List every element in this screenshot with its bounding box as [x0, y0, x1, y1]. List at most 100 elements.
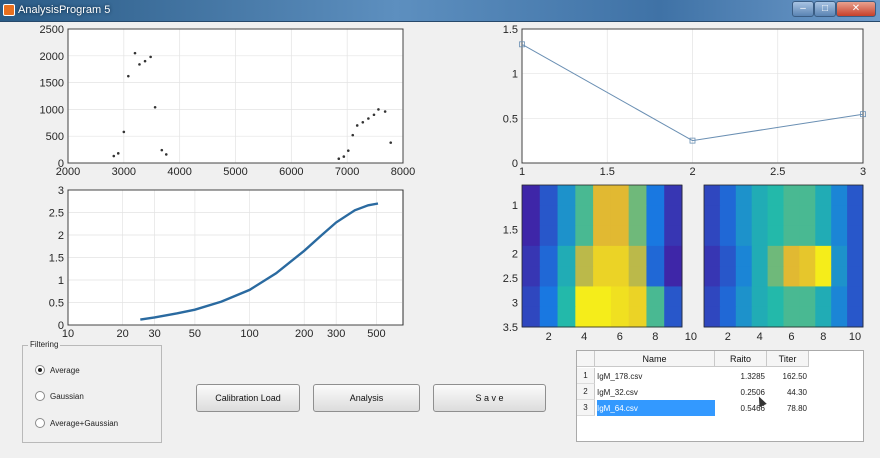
- left-heatmap-cell: [539, 245, 559, 267]
- right-heatmap-cell: [847, 205, 864, 227]
- table-cell-name[interactable]: IgM_32.csv: [597, 384, 713, 400]
- right-heatmap-cell: [799, 225, 816, 247]
- column-header-name[interactable]: Name: [595, 351, 715, 367]
- table-corner: [577, 351, 595, 367]
- left-heatmap-cell: [593, 185, 612, 206]
- scatter-chart-x-tick-label: 7000: [335, 166, 359, 178]
- table-cell-name[interactable]: IgM_178.csv: [597, 368, 713, 384]
- left-heatmap-y-tick-label: 3: [512, 298, 518, 310]
- table-cell-name-selected[interactable]: IgM_64.csv: [597, 400, 715, 416]
- right-heatmap-x-tick-label: 2: [725, 331, 731, 343]
- table-cell-ratio[interactable]: 1.3285: [739, 368, 765, 384]
- scatter-point: [153, 105, 157, 109]
- left-heatmap-cell: [664, 306, 683, 328]
- radio-average-indicator[interactable]: [35, 365, 45, 375]
- results-table[interactable]: Name Raito Titer 1 IgM_178.csv 1.3285 16…: [576, 350, 864, 442]
- left-heatmap-cell: [575, 225, 594, 247]
- left-heatmap-cell: [628, 245, 647, 267]
- curve-chart-x-tick-label: 200: [295, 328, 313, 340]
- right-heatmap-x-tick-label: 10: [849, 331, 861, 343]
- scatter-chart-x-tick-label: 8000: [391, 166, 415, 178]
- radio-average[interactable]: Average: [35, 363, 80, 377]
- right-heatmap-cell: [751, 286, 769, 308]
- left-heatmap-cell: [646, 266, 665, 287]
- right-heatmap-cell: [735, 205, 753, 227]
- left-heatmap-cell: [646, 185, 665, 206]
- right-heatmap-cell: [704, 286, 721, 308]
- row-number[interactable]: 1: [577, 368, 595, 384]
- scatter-point: [112, 154, 116, 158]
- curve-chart-y-tick-label: 1.5: [49, 253, 64, 265]
- left-heatmap-cell: [610, 205, 630, 227]
- left-heatmap-y-tick-label: 1: [512, 200, 518, 212]
- right-heatmap-cell: [815, 266, 832, 287]
- left-heatmap-cell: [575, 306, 594, 328]
- left-heatmap-cell: [628, 286, 647, 308]
- table-cell-titer[interactable]: 78.80: [775, 400, 807, 416]
- left-heatmap-cell: [628, 306, 647, 328]
- curve-chart-y-tick-label: 2: [58, 230, 64, 242]
- radio-average-gaussian[interactable]: Average+Gaussian: [35, 416, 118, 430]
- column-header-titer[interactable]: Titer: [767, 351, 809, 367]
- right-heatmap-cell: [767, 245, 784, 267]
- curve-chart-x-tick-label: 50: [189, 328, 201, 340]
- left-heatmap-cell: [557, 286, 576, 308]
- radio-gaussian[interactable]: Gaussian: [35, 389, 84, 403]
- left-heatmap-cell: [539, 205, 559, 227]
- left-heatmap-x-tick-label: 6: [617, 331, 623, 343]
- analysis-button[interactable]: Analysis: [313, 384, 420, 412]
- ratio-chart-y-tick-label: 0.5: [503, 113, 518, 125]
- left-heatmap-cell: [628, 205, 647, 227]
- left-heatmap-cell: [539, 185, 559, 206]
- calibration-load-button[interactable]: Calibration Load: [196, 384, 300, 412]
- left-heatmap-cell: [522, 306, 541, 328]
- scatter-point: [160, 148, 164, 152]
- left-heatmap-x-tick-label: 2: [546, 331, 552, 343]
- scatter-point: [346, 149, 350, 152]
- right-heatmap-cell: [831, 286, 848, 308]
- left-heatmap-cell: [575, 185, 594, 206]
- row-number[interactable]: 3: [577, 400, 595, 416]
- scatter-chart-y-tick-label: 0: [58, 158, 64, 170]
- right-heatmap-x-tick-label: 6: [788, 331, 794, 343]
- scatter-chart-x-tick-label: 4000: [167, 166, 191, 178]
- left-heatmap-cell: [610, 306, 630, 328]
- left-heatmap-cell: [664, 225, 683, 247]
- left-heatmap-cell: [593, 286, 612, 308]
- left-heatmap-cell: [593, 225, 612, 247]
- save-button[interactable]: S a v e: [433, 384, 546, 412]
- right-heatmap-cell: [831, 245, 848, 267]
- table-cell-titer[interactable]: 44.30: [775, 384, 807, 400]
- left-heatmap-cell: [522, 266, 541, 287]
- left-heatmap-cell: [664, 205, 683, 227]
- left-heatmap-cell: [522, 185, 541, 206]
- row-number[interactable]: 2: [577, 384, 595, 400]
- right-heatmap-cell: [847, 266, 864, 287]
- left-heatmap-cell: [557, 185, 576, 206]
- right-heatmap-cell: [767, 306, 784, 328]
- radio-gaussian-indicator[interactable]: [35, 391, 45, 401]
- scatter-point: [143, 59, 147, 63]
- table-cell-titer[interactable]: 162.50: [775, 368, 807, 384]
- scatter-point: [342, 155, 346, 158]
- scatter-chart-y-tick-label: 2500: [40, 24, 64, 36]
- right-heatmap-cell: [735, 286, 753, 308]
- left-heatmap-cell: [646, 245, 665, 267]
- right-heatmap-cell: [767, 185, 784, 206]
- left-heatmap-cell: [539, 266, 559, 287]
- right-heatmap-cell: [799, 185, 816, 206]
- column-header-ratio[interactable]: Raito: [715, 351, 767, 367]
- scatter-point: [372, 113, 376, 117]
- right-heatmap-cell: [815, 185, 832, 206]
- left-heatmap-cell: [557, 225, 576, 247]
- left-heatmap-cell: [664, 266, 683, 287]
- curve-chart-y-tick-label: 2.5: [49, 208, 64, 220]
- radio-average-gaussian-indicator[interactable]: [35, 418, 45, 428]
- curve-chart-x-tick-label: 100: [240, 328, 258, 340]
- scatter-point: [355, 124, 359, 127]
- scatter-point: [383, 110, 387, 113]
- curve-chart-x-tick-label: 500: [367, 328, 385, 340]
- scatter-chart-y-tick-label: 1500: [40, 78, 64, 90]
- right-heatmap-cell: [831, 225, 848, 247]
- right-heatmap-cell: [847, 185, 864, 206]
